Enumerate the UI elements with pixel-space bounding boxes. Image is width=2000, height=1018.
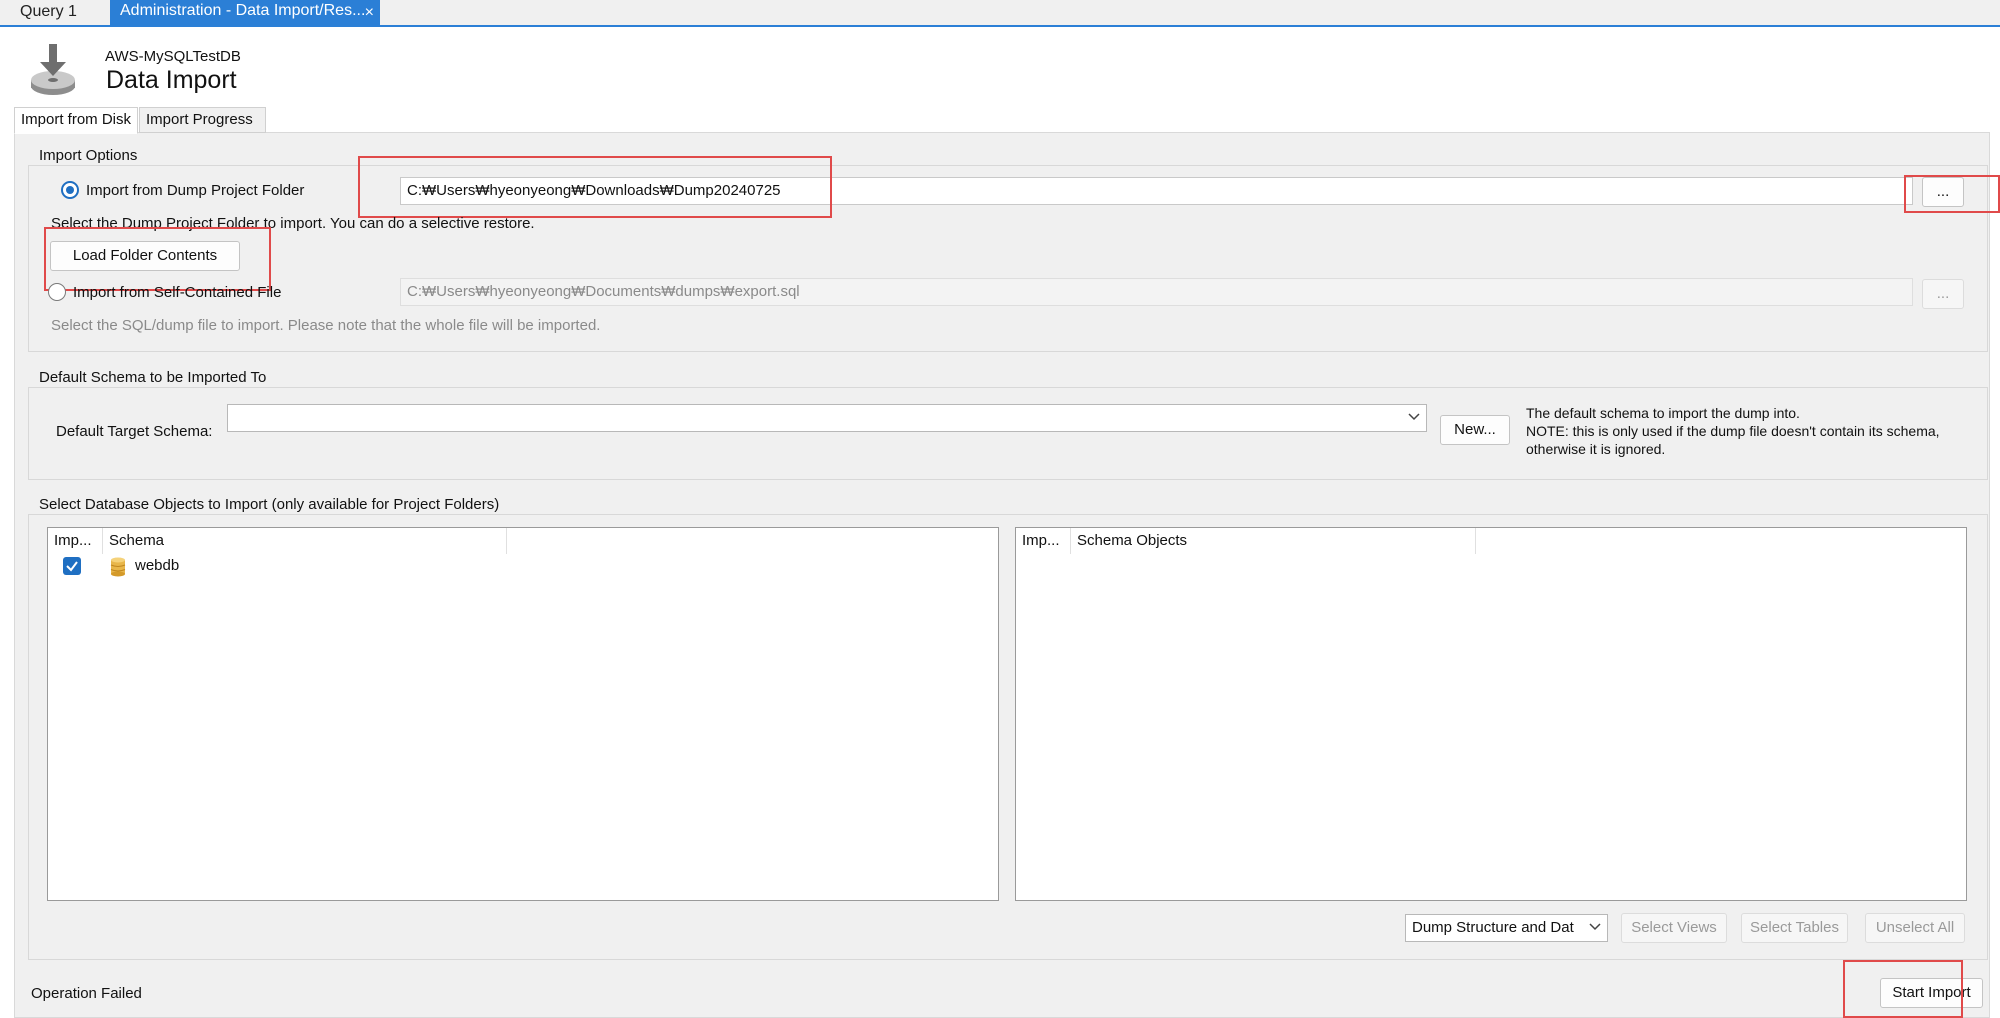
self-contained-hint: Select the SQL/dump file to import. Plea… xyxy=(51,317,601,334)
chevron-down-icon xyxy=(1408,413,1420,421)
chevron-down-icon xyxy=(1589,923,1601,931)
operation-status: Operation Failed xyxy=(31,985,142,1002)
highlight-start-import-box xyxy=(1843,960,1963,1018)
self-contained-radio-label[interactable]: Import from Self-Contained File xyxy=(73,284,281,301)
import-options-title: Import Options xyxy=(35,147,142,164)
schema-checkbox[interactable] xyxy=(63,557,81,575)
dump-mode-value: Dump Structure and Dat xyxy=(1412,919,1574,936)
default-schema-note-line2: NOTE: this is only used if the dump file… xyxy=(1526,423,1940,439)
highlight-load-folder-box xyxy=(44,227,271,291)
connection-name: AWS-MySQLTestDB xyxy=(105,48,241,65)
default-schema-note-line3: otherwise it is ignored. xyxy=(1526,441,1666,457)
objects-list-header-schema-objects[interactable]: Schema Objects xyxy=(1071,528,1476,554)
tab-import-from-disk[interactable]: Import from Disk xyxy=(14,107,138,134)
tab-admin-label: Administration - Data Import/Res... xyxy=(120,2,366,19)
objects-group-title: Select Database Objects to Import (only … xyxy=(35,496,504,513)
select-tables-button[interactable]: Select Tables xyxy=(1741,913,1848,943)
dump-mode-select[interactable]: Dump Structure and Dat xyxy=(1405,914,1608,942)
dump-folder-radio[interactable] xyxy=(61,181,79,199)
default-schema-title: Default Schema to be Imported To xyxy=(35,369,271,386)
default-schema-note: The default schema to import the dump in… xyxy=(1526,404,1940,458)
default-schema-note-line1: The default schema to import the dump in… xyxy=(1526,405,1800,421)
tab-administration-data-import[interactable]: Administration - Data Import/Res... × xyxy=(110,0,380,27)
tab-query-1[interactable]: Query 1 xyxy=(0,0,110,25)
schema-objects-list[interactable]: Imp... Schema Objects xyxy=(1015,527,1967,901)
new-schema-button[interactable]: New... xyxy=(1440,415,1510,445)
highlight-browse-box xyxy=(1904,175,2000,213)
default-target-schema-select[interactable] xyxy=(227,404,1427,432)
close-tab-icon[interactable]: × xyxy=(365,4,374,22)
self-contained-browse-button[interactable]: ... xyxy=(1922,279,1964,309)
dump-folder-radio-label[interactable]: Import from Dump Project Folder xyxy=(86,182,304,199)
data-import-icon xyxy=(31,44,75,95)
unselect-all-button[interactable]: Unselect All xyxy=(1865,913,1965,943)
schema-list-header-schema[interactable]: Schema xyxy=(103,528,507,554)
schema-list[interactable]: Imp... Schema webdb xyxy=(47,527,999,901)
checkmark-icon xyxy=(66,561,78,572)
highlight-path-box xyxy=(358,156,832,218)
page-title: Data Import xyxy=(106,66,237,94)
self-contained-radio[interactable] xyxy=(48,283,66,301)
schema-list-header-import[interactable]: Imp... xyxy=(48,528,103,554)
self-contained-path-input[interactable]: C:₩Users₩hyeonyeong₩Documents₩dumps₩expo… xyxy=(400,278,1913,306)
schema-row[interactable]: webdb xyxy=(48,554,998,580)
select-views-button[interactable]: Select Views xyxy=(1621,913,1727,943)
default-target-schema-label: Default Target Schema: xyxy=(56,423,213,440)
editor-tab-strip: Query 1 Administration - Data Import/Res… xyxy=(0,0,2000,27)
schema-name: webdb xyxy=(135,557,180,574)
database-icon xyxy=(110,557,126,577)
objects-list-header-import[interactable]: Imp... xyxy=(1016,528,1071,554)
tab-import-progress[interactable]: Import Progress xyxy=(139,107,266,133)
